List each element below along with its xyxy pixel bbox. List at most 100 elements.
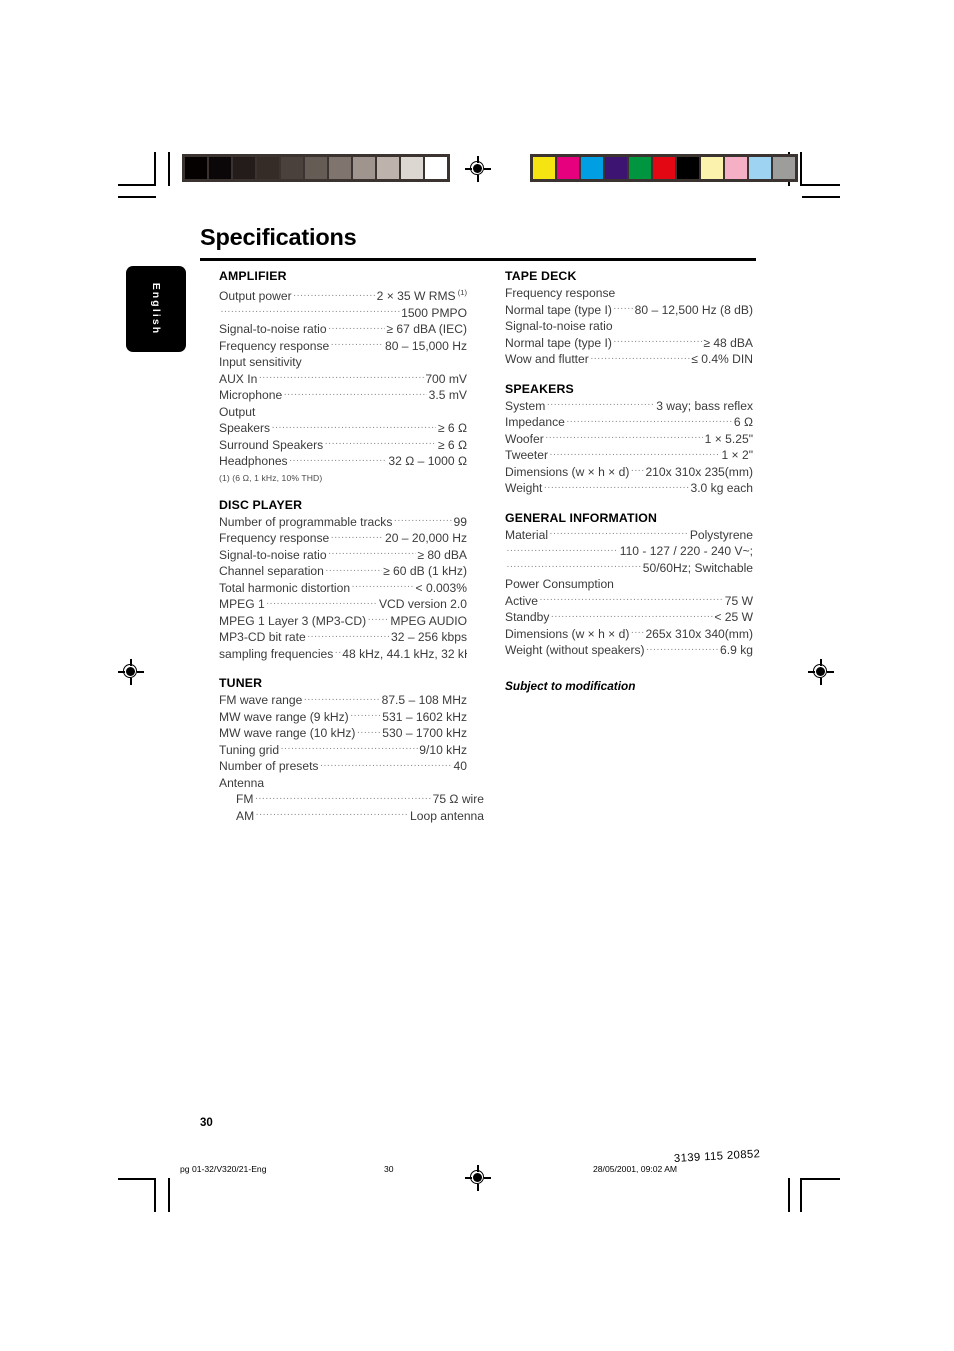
spec-label: Channel separation <box>219 564 324 579</box>
spec-value: 75 Ω wire <box>432 792 484 807</box>
footer-filename: pg 01-32/V320/21-Eng <box>180 1164 267 1174</box>
spec-label: Wow and flutter <box>505 352 589 366</box>
spec-value: ≥ 6 Ω <box>437 437 467 452</box>
spec-value: 3 way; bass reflex <box>656 398 753 413</box>
spec-row: Woofer 1 × 5.25" <box>505 431 753 448</box>
spec-row: Weight (without speakers) 6.9 kg <box>505 642 753 659</box>
dot-leader <box>307 630 389 641</box>
spec-label: Headphones <box>219 454 288 469</box>
spec-label: AUX In <box>219 371 258 386</box>
dot-leader <box>331 339 384 350</box>
crop-mark-top-left-edge <box>118 196 156 198</box>
spec-row: Headphones 32 Ω – 1000 Ω <box>219 453 467 470</box>
dot-leader <box>272 421 437 432</box>
dot-leader <box>368 614 389 625</box>
spec-subheading: Power Consumption <box>505 577 614 591</box>
spec-label: Standby <box>505 610 550 624</box>
spec-row: Signal-to-noise ratio ≥ 80 dBA <box>219 547 467 564</box>
spec-label: FM <box>236 792 254 807</box>
registration-mark-right <box>808 659 834 685</box>
dot-leader <box>328 548 416 559</box>
spec-value: ≥ 6 Ω <box>437 421 467 436</box>
spec-row: AUX In 700 mV <box>219 371 467 388</box>
calibration-swatch <box>305 157 327 179</box>
spec-label: MPEG 1 Layer 3 (MP3-CD) <box>219 613 367 628</box>
spec-value: ≥ 80 dBA <box>417 547 467 562</box>
spec-row: MW wave range (10 kHz) 530 – 1700 kHz <box>219 725 467 742</box>
spec-value: 32 Ω – 1000 Ω <box>388 454 467 469</box>
spec-section: GENERAL INFORMATION Material Polystyrene 11… <box>505 510 753 695</box>
spec-row: Normal tape (type I) ≥ 48 dBA <box>505 335 753 352</box>
language-tab-english: English <box>126 266 186 352</box>
calibration-swatch <box>209 157 231 179</box>
spec-value: Loop antenna <box>410 808 484 823</box>
spec-row: Active 75 W <box>505 593 753 610</box>
spec-label: sampling frequencies <box>219 646 334 661</box>
calibration-swatch <box>557 157 579 179</box>
dot-leader <box>284 388 427 399</box>
dot-leader <box>266 597 377 608</box>
spec-value: 6.9 kg <box>720 643 753 657</box>
spec-row: Surround Speakers ≥ 6 Ω <box>219 437 467 454</box>
dot-leader <box>566 415 732 426</box>
spec-label: Normal tape (type I) <box>505 335 612 350</box>
spec-value: Polystyrene <box>689 527 753 542</box>
dot-leader <box>357 726 381 737</box>
calibration-swatch <box>773 157 795 179</box>
calibration-swatch <box>401 157 423 179</box>
spec-label: Dimensions (w × h × d) <box>505 464 630 479</box>
spec-label: Weight (without speakers) <box>505 643 645 657</box>
crop-mark-bottom-right-vertical <box>800 1178 802 1212</box>
subject-to-modification-note: Subject to modification <box>505 678 636 693</box>
calibration-swatch <box>329 157 351 179</box>
specifications-column-right: TAPE DECK Frequency response Normal tape (… <box>505 268 753 694</box>
dot-leader <box>551 610 713 621</box>
spec-row: Normal tape (type I) 80 – 12,500 Hz (8 dB… <box>505 302 753 319</box>
specifications-column-left: AMPLIFIER Output power 2 × 35 W RMS (1)150… <box>219 268 484 824</box>
spec-value: MPEG AUDIO <box>390 613 467 628</box>
dot-leader <box>507 544 619 555</box>
dot-leader <box>335 647 341 658</box>
spec-row: AM Loop antenna <box>219 808 484 825</box>
spec-label: Output power <box>219 289 292 304</box>
spec-value: VCD version 2.0 <box>378 597 467 612</box>
title-divider <box>200 258 756 261</box>
dot-leader <box>281 743 418 754</box>
dot-leader <box>547 399 655 410</box>
spec-label: MW wave range (9 kHz) <box>219 709 349 724</box>
spec-row: Number of programmable tracks 99 <box>219 514 467 531</box>
footer-rule-left <box>118 1178 156 1180</box>
crop-mark-top-left-vertical <box>154 152 156 186</box>
calibration-swatch <box>581 157 603 179</box>
spec-value: 530 – 1700 kHz <box>382 726 467 741</box>
spec-row: 110 - 127 / 220 - 240 V~; <box>505 543 754 560</box>
spec-value: 1 × 2" <box>721 448 753 462</box>
spec-label: Woofer <box>505 431 544 446</box>
spec-value: 80 – 15,000 Hz <box>384 338 467 353</box>
crop-mark-top-left-horizontal <box>118 184 156 186</box>
spec-section-heading: DISC PLAYER <box>219 497 303 512</box>
spec-row: Number of presets 40 <box>219 758 467 775</box>
spec-row: Dimensions (w × h × d) 265x 310x 340(mm) <box>505 626 753 643</box>
spec-row: Dimensions (w × h × d) 210x 310x 235(mm) <box>505 464 753 481</box>
spec-row: FM wave range 87.5 – 108 MHz <box>219 692 467 709</box>
spec-row: Wow and flutter ≤ 0.4% DIN <box>505 351 753 368</box>
spec-value: 75 W <box>724 593 753 608</box>
spec-label: Number of presets <box>219 759 319 774</box>
spec-label: Impedance <box>505 415 565 429</box>
spec-row: Channel separation ≥ 60 dB (1 kHz) <box>219 563 467 580</box>
dot-leader <box>304 693 380 704</box>
spec-value: 99 <box>453 514 467 529</box>
folio-page-number: 30 <box>200 1117 213 1129</box>
calibration-swatch <box>377 157 399 179</box>
calibration-swatch <box>677 157 699 179</box>
spec-row: 50/60Hz; Switchable <box>505 560 754 577</box>
spec-value: 110 - 127 / 220 - 240 V~; <box>619 544 753 558</box>
dot-leader <box>350 710 381 721</box>
dot-leader <box>646 643 718 654</box>
spec-row: Standby < 25 W <box>505 609 753 626</box>
spec-section: TUNERFM wave range87.5 – 108 MHzMW wave … <box>219 675 484 824</box>
crop-mark-top-right-edge <box>802 196 840 198</box>
dot-leader <box>325 438 437 449</box>
spec-value: < 25 W <box>714 610 753 624</box>
